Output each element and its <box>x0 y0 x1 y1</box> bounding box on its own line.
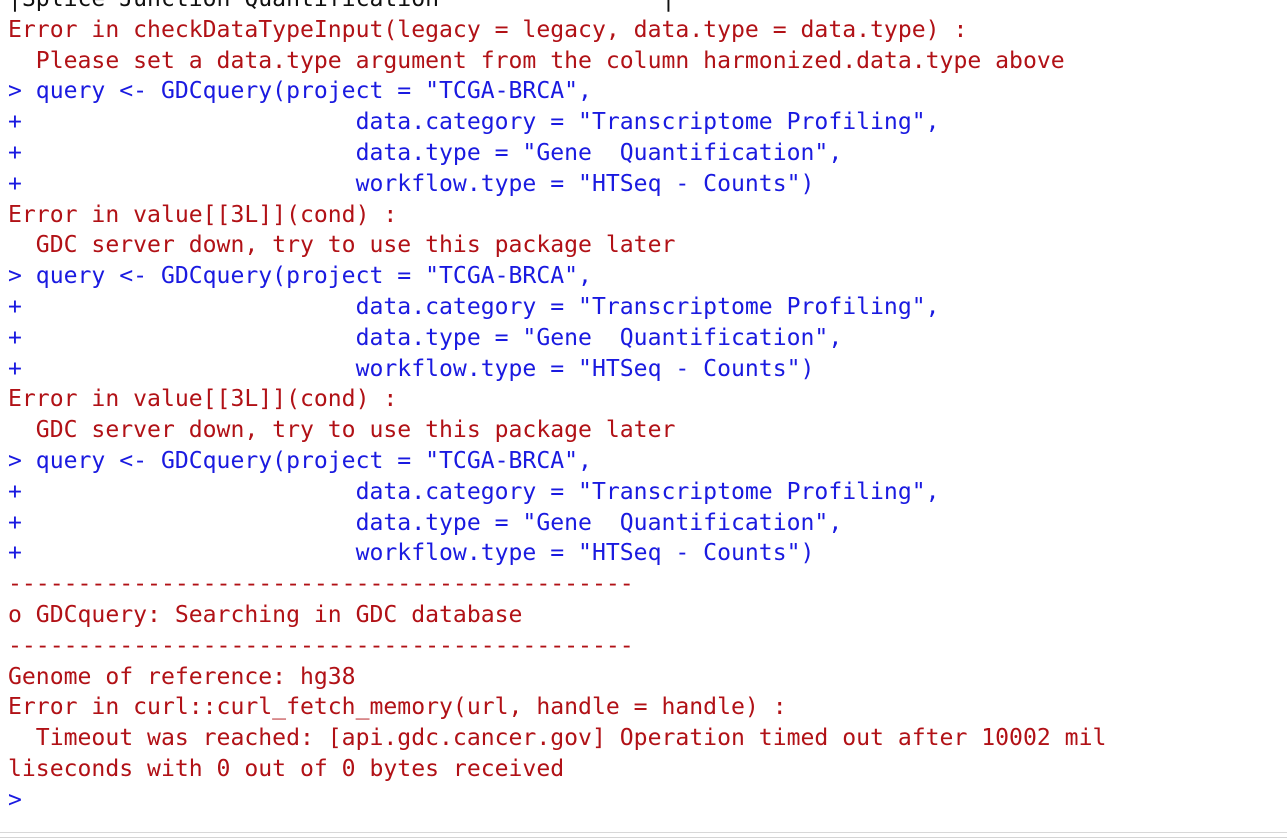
console-input-line: + data.type = "Gene Quantification", <box>8 324 843 351</box>
console-error-line: liseconds with 0 out of 0 bytes received <box>8 755 565 782</box>
console-text-line: |Splice Junction Quantification | <box>8 0 1287 15</box>
console-error-line: Please set a data.type argument from the… <box>8 47 1065 74</box>
console-error-line: ----------------------------------------… <box>8 632 634 659</box>
console-error-line: Error in checkDataTypeInput(legacy = leg… <box>8 16 968 43</box>
console-input-line: + workflow.type = "HTSeq - Counts") <box>8 355 815 382</box>
console-input-line: + data.category = "Transcriptome Profili… <box>8 293 940 320</box>
pane-bottom-divider <box>0 832 1287 833</box>
console-input-line: + data.category = "Transcriptome Profili… <box>8 478 940 505</box>
console-error-line: ----------------------------------------… <box>8 571 634 598</box>
console-input-line: > query <- GDCquery(project = "TCGA-BRCA… <box>8 447 592 474</box>
console-input-line: + data.type = "Gene Quantification", <box>8 509 843 536</box>
console-error-line: o GDCquery: Searching in GDC database <box>8 601 523 628</box>
console-error-line: Timeout was reached: [api.gdc.cancer.gov… <box>8 725 1107 752</box>
r-console-output-pane[interactable]: |Splice Junction Quantification |Error i… <box>0 0 1287 838</box>
console-input-line: > query <- GDCquery(project = "TCGA-BRCA… <box>8 78 592 105</box>
console-input-line: + workflow.type = "HTSeq - Counts") <box>8 540 815 567</box>
console-input-line: > query <- GDCquery(project = "TCGA-BRCA… <box>8 263 592 290</box>
console-error-line: Error in curl::curl_fetch_memory(url, ha… <box>8 694 787 721</box>
console-error-line: GDC server down, try to use this package… <box>8 232 676 259</box>
console-error-line: Error in value[[3L]](cond) : <box>8 201 398 228</box>
console-error-line: GDC server down, try to use this package… <box>8 417 676 444</box>
console-error-line: Error in value[[3L]](cond) : <box>8 386 398 413</box>
console-input-line: + data.type = "Gene Quantification", <box>8 139 843 166</box>
console-input-line: > <box>8 786 22 813</box>
console-error-line: Genome of reference: hg38 <box>8 663 356 690</box>
console-line-list: |Splice Junction Quantification |Error i… <box>8 0 1287 816</box>
console-input-line: + workflow.type = "HTSeq - Counts") <box>8 170 815 197</box>
console-input-line: + data.category = "Transcriptome Profili… <box>8 109 940 136</box>
